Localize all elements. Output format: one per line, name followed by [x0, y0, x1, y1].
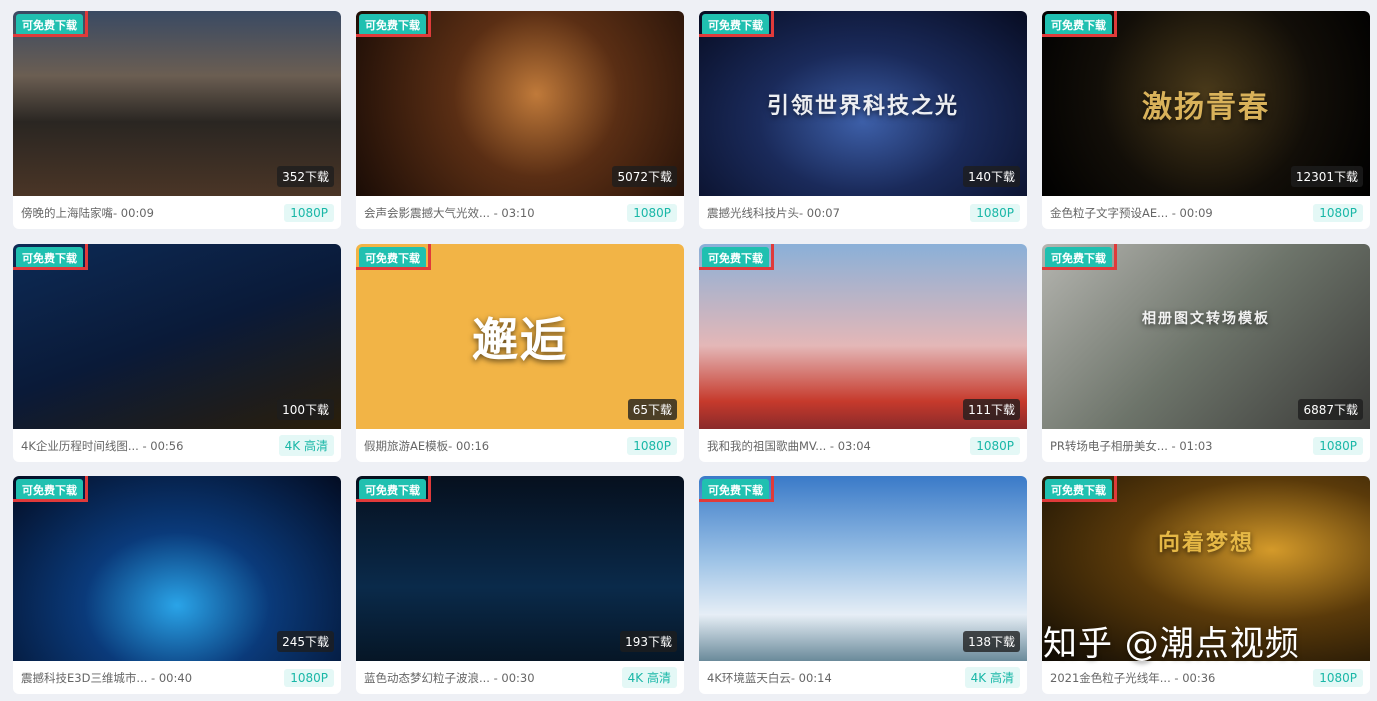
- video-title[interactable]: 假期旅游AE模板- 00:16: [356, 438, 627, 454]
- thumbnail-caption: 引领世界科技之光: [766, 92, 959, 119]
- download-count: 5072下载: [612, 166, 677, 187]
- quality-badge: 1080P: [1313, 668, 1363, 687]
- video-card[interactable]: 引领世界科技之光 可免费下载 140下载 震撼光线科技片头- 00:07 108…: [699, 11, 1027, 229]
- free-download-badge: 可免费下载: [16, 479, 83, 501]
- quality-badge: 1080P: [970, 436, 1020, 455]
- video-title[interactable]: PR转场电子相册美女... - 01:03: [1042, 438, 1313, 454]
- free-download-badge: 可免费下载: [16, 247, 83, 269]
- quality-badge: 1080P: [1313, 436, 1363, 455]
- free-download-badge: 可免费下载: [16, 14, 83, 36]
- video-template-grid: 可免费下载 352下载 傍晚的上海陆家嘴- 00:09 1080P 可免费下载 …: [0, 0, 1377, 701]
- video-thumbnail[interactable]: 可免费下载 5072下载: [356, 11, 684, 196]
- free-download-badge: 可免费下载: [702, 479, 769, 501]
- quality-badge: 4K 高清: [964, 667, 1020, 688]
- video-title[interactable]: 震撼光线科技片头- 00:07: [699, 205, 970, 221]
- card-meta: 4K企业历程时间线图... - 00:56 4K 高清: [13, 429, 341, 462]
- video-card[interactable]: 相册图文转场模板 可免费下载 6887下载 PR转场电子相册美女... - 01…: [1042, 244, 1370, 462]
- card-meta: 4K环境蓝天白云- 00:14 4K 高清: [699, 661, 1027, 694]
- video-card[interactable]: 可免费下载 193下载 蓝色动态梦幻粒子波浪... - 00:30 4K 高清: [356, 476, 684, 694]
- free-download-badge: 可免费下载: [702, 14, 769, 36]
- video-title[interactable]: 4K企业历程时间线图... - 00:56: [13, 438, 279, 454]
- video-card[interactable]: 可免费下载 111下载 我和我的祖国歌曲MV... - 03:04 1080P: [699, 244, 1027, 462]
- free-download-badge: 可免费下载: [702, 247, 769, 269]
- video-card[interactable]: 可免费下载 100下载 4K企业历程时间线图... - 00:56 4K 高清: [13, 244, 341, 462]
- card-meta: 金色粒子文字预设AE... - 00:09 1080P: [1042, 196, 1370, 229]
- free-download-badge: 可免费下载: [359, 247, 426, 269]
- video-thumbnail[interactable]: 可免费下载 138下载: [699, 476, 1027, 661]
- video-thumbnail[interactable]: 可免费下载 100下载: [13, 244, 341, 429]
- quality-badge: 4K 高清: [621, 667, 677, 688]
- video-thumbnail[interactable]: 可免费下载 111下载: [699, 244, 1027, 429]
- free-download-badge: 可免费下载: [1045, 247, 1112, 269]
- free-download-badge: 可免费下载: [359, 14, 426, 36]
- card-meta: 我和我的祖国歌曲MV... - 03:04 1080P: [699, 429, 1027, 462]
- download-count: 111下载: [963, 399, 1020, 420]
- video-title[interactable]: 金色粒子文字预设AE... - 00:09: [1042, 205, 1313, 221]
- card-meta: PR转场电子相册美女... - 01:03 1080P: [1042, 429, 1370, 462]
- video-title[interactable]: 蓝色动态梦幻粒子波浪... - 00:30: [356, 670, 622, 686]
- quality-badge: 1080P: [1313, 203, 1363, 222]
- video-thumbnail[interactable]: 激扬青春 可免费下载 12301下载: [1042, 11, 1370, 196]
- download-count: 12301下载: [1290, 166, 1363, 187]
- card-meta: 傍晚的上海陆家嘴- 00:09 1080P: [13, 196, 341, 229]
- download-count: 193下载: [620, 631, 677, 652]
- download-count: 138下载: [963, 631, 1020, 652]
- video-thumbnail[interactable]: 可免费下载 352下载: [13, 11, 341, 196]
- quality-badge: 1080P: [970, 203, 1020, 222]
- video-card[interactable]: 可免费下载 245下载 震撼科技E3D三维城市... - 00:40 1080P: [13, 476, 341, 694]
- card-meta: 震撼光线科技片头- 00:07 1080P: [699, 196, 1027, 229]
- video-thumbnail[interactable]: 引领世界科技之光 可免费下载 140下载: [699, 11, 1027, 196]
- video-title[interactable]: 傍晚的上海陆家嘴- 00:09: [13, 205, 284, 221]
- card-meta: 蓝色动态梦幻粒子波浪... - 00:30 4K 高清: [356, 661, 684, 694]
- video-title[interactable]: 会声会影震撼大气光效... - 03:10: [356, 205, 627, 221]
- download-count: 352下载: [277, 166, 334, 187]
- quality-badge: 1080P: [627, 203, 677, 222]
- thumbnail-caption: 向着梦想: [1157, 529, 1254, 556]
- thumbnail-caption: 相册图文转场模板: [1142, 311, 1270, 327]
- zhihu-watermark: 知乎 @潮点视频: [1043, 624, 1300, 664]
- video-title[interactable]: 震撼科技E3D三维城市... - 00:40: [13, 670, 284, 686]
- quality-badge: 4K 高清: [278, 435, 334, 456]
- video-title[interactable]: 4K环境蓝天白云- 00:14: [699, 670, 965, 686]
- card-meta: 会声会影震撼大气光效... - 03:10 1080P: [356, 196, 684, 229]
- video-title[interactable]: 我和我的祖国歌曲MV... - 03:04: [699, 438, 970, 454]
- free-download-badge: 可免费下载: [1045, 14, 1112, 36]
- download-count: 6887下载: [1298, 399, 1363, 420]
- video-card[interactable]: 可免费下载 138下载 4K环境蓝天白云- 00:14 4K 高清: [699, 476, 1027, 694]
- card-meta: 震撼科技E3D三维城市... - 00:40 1080P: [13, 661, 341, 694]
- video-card[interactable]: 可免费下载 5072下载 会声会影震撼大气光效... - 03:10 1080P: [356, 11, 684, 229]
- video-card[interactable]: 激扬青春 可免费下载 12301下载 金色粒子文字预设AE... - 00:09…: [1042, 11, 1370, 229]
- card-meta: 假期旅游AE模板- 00:16 1080P: [356, 429, 684, 462]
- download-count: 140下载: [963, 166, 1020, 187]
- free-download-badge: 可免费下载: [1045, 479, 1112, 501]
- video-card[interactable]: 邂逅 可免费下载 65下载 假期旅游AE模板- 00:16 1080P: [356, 244, 684, 462]
- download-count: 100下载: [277, 399, 334, 420]
- quality-badge: 1080P: [284, 203, 334, 222]
- video-thumbnail[interactable]: 邂逅 可免费下载 65下载: [356, 244, 684, 429]
- video-thumbnail[interactable]: 相册图文转场模板 可免费下载 6887下载: [1042, 244, 1370, 429]
- quality-badge: 1080P: [284, 668, 334, 687]
- thumbnail-caption: 激扬青春: [1142, 89, 1270, 125]
- video-thumbnail[interactable]: 可免费下载 193下载: [356, 476, 684, 661]
- download-count: 245下载: [277, 631, 334, 652]
- quality-badge: 1080P: [627, 436, 677, 455]
- video-card[interactable]: 可免费下载 352下载 傍晚的上海陆家嘴- 00:09 1080P: [13, 11, 341, 229]
- thumbnail-caption: 邂逅: [472, 312, 568, 367]
- video-thumbnail[interactable]: 可免费下载 245下载: [13, 476, 341, 661]
- video-title[interactable]: 2021金色粒子光线年... - 00:36: [1042, 670, 1313, 686]
- free-download-badge: 可免费下载: [359, 479, 426, 501]
- download-count: 65下载: [627, 399, 677, 420]
- card-meta: 2021金色粒子光线年... - 00:36 1080P: [1042, 661, 1370, 694]
